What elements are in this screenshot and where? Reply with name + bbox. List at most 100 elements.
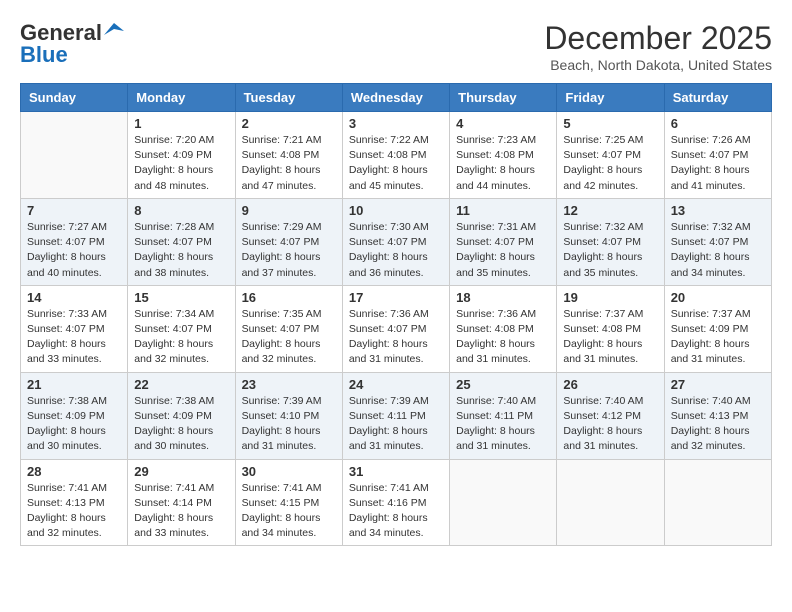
day-number: 8	[134, 203, 228, 218]
calendar-day-cell: 30 Sunrise: 7:41 AM Sunset: 4:15 PM Dayli…	[235, 459, 342, 546]
day-info: Sunrise: 7:26 AM Sunset: 4:07 PM Dayligh…	[671, 133, 765, 194]
calendar-day-cell: 28 Sunrise: 7:41 AM Sunset: 4:13 PM Dayli…	[21, 459, 128, 546]
calendar-day-cell: 2 Sunrise: 7:21 AM Sunset: 4:08 PM Daylig…	[235, 112, 342, 199]
day-info: Sunrise: 7:40 AM Sunset: 4:11 PM Dayligh…	[456, 394, 550, 455]
day-number: 18	[456, 290, 550, 305]
day-number: 26	[563, 377, 657, 392]
calendar-day-cell: 14Sunrise: 7:33 AM Sunset: 4:07 PM Dayli…	[21, 285, 128, 372]
day-number: 1	[134, 116, 228, 131]
day-number: 21	[27, 377, 121, 392]
logo: General Blue	[20, 20, 124, 68]
day-number: 17	[349, 290, 443, 305]
calendar-day-cell: 8Sunrise: 7:28 AM Sunset: 4:07 PM Daylig…	[128, 198, 235, 285]
day-number: 29	[134, 464, 228, 479]
calendar-day-cell: 1 Sunrise: 7:20 AM Sunset: 4:09 PM Daylig…	[128, 112, 235, 199]
calendar-day-cell: 27 Sunrise: 7:40 AM Sunset: 4:13 PM Dayli…	[664, 372, 771, 459]
day-header-tuesday: Tuesday	[235, 84, 342, 112]
calendar-day-cell: 22 Sunrise: 7:38 AM Sunset: 4:09 PM Dayli…	[128, 372, 235, 459]
day-number: 11	[456, 203, 550, 218]
calendar-day-cell: 9Sunrise: 7:29 AM Sunset: 4:07 PM Daylig…	[235, 198, 342, 285]
calendar-day-cell: 17 Sunrise: 7:36 AM Sunset: 4:07 PM Dayli…	[342, 285, 449, 372]
day-number: 25	[456, 377, 550, 392]
day-header-sunday: Sunday	[21, 84, 128, 112]
day-info: Sunrise: 7:41 AM Sunset: 4:14 PM Dayligh…	[134, 481, 228, 542]
calendar-day-cell: 15 Sunrise: 7:34 AM Sunset: 4:07 PM Dayli…	[128, 285, 235, 372]
page-header: General Blue December 2025 Beach, North …	[20, 20, 772, 73]
calendar-day-cell: 20 Sunrise: 7:37 AM Sunset: 4:09 PM Dayli…	[664, 285, 771, 372]
calendar-day-cell: 6 Sunrise: 7:26 AM Sunset: 4:07 PM Daylig…	[664, 112, 771, 199]
calendar-day-cell: 5Sunrise: 7:25 AM Sunset: 4:07 PM Daylig…	[557, 112, 664, 199]
calendar-day-cell: 26 Sunrise: 7:40 AM Sunset: 4:12 PM Dayli…	[557, 372, 664, 459]
calendar-day-cell: 4 Sunrise: 7:23 AM Sunset: 4:08 PM Daylig…	[450, 112, 557, 199]
day-info: Sunrise: 7:40 AM Sunset: 4:12 PM Dayligh…	[563, 394, 657, 455]
day-info: Sunrise: 7:33 AM Sunset: 4:07 PM Dayligh…	[27, 307, 121, 368]
day-number: 20	[671, 290, 765, 305]
day-number: 23	[242, 377, 336, 392]
day-info: Sunrise: 7:32 AM Sunset: 4:07 PM Dayligh…	[671, 220, 765, 281]
calendar-day-cell: 23 Sunrise: 7:39 AM Sunset: 4:10 PM Dayli…	[235, 372, 342, 459]
calendar-day-cell: 11 Sunrise: 7:31 AM Sunset: 4:07 PM Dayli…	[450, 198, 557, 285]
calendar-day-cell	[557, 459, 664, 546]
day-number: 24	[349, 377, 443, 392]
day-info: Sunrise: 7:34 AM Sunset: 4:07 PM Dayligh…	[134, 307, 228, 368]
calendar-week-row: 1 Sunrise: 7:20 AM Sunset: 4:09 PM Daylig…	[21, 112, 772, 199]
day-info: Sunrise: 7:32 AM Sunset: 4:07 PM Dayligh…	[563, 220, 657, 281]
day-info: Sunrise: 7:36 AM Sunset: 4:08 PM Dayligh…	[456, 307, 550, 368]
day-number: 22	[134, 377, 228, 392]
day-number: 13	[671, 203, 765, 218]
calendar-day-cell: 13 Sunrise: 7:32 AM Sunset: 4:07 PM Dayli…	[664, 198, 771, 285]
day-info: Sunrise: 7:38 AM Sunset: 4:09 PM Dayligh…	[134, 394, 228, 455]
day-header-thursday: Thursday	[450, 84, 557, 112]
calendar-day-cell: 3Sunrise: 7:22 AM Sunset: 4:08 PM Daylig…	[342, 112, 449, 199]
day-number: 2	[242, 116, 336, 131]
day-info: Sunrise: 7:27 AM Sunset: 4:07 PM Dayligh…	[27, 220, 121, 281]
calendar-day-cell: 24Sunrise: 7:39 AM Sunset: 4:11 PM Dayli…	[342, 372, 449, 459]
day-info: Sunrise: 7:37 AM Sunset: 4:09 PM Dayligh…	[671, 307, 765, 368]
calendar-day-cell: 29 Sunrise: 7:41 AM Sunset: 4:14 PM Dayli…	[128, 459, 235, 546]
day-info: Sunrise: 7:35 AM Sunset: 4:07 PM Dayligh…	[242, 307, 336, 368]
day-info: Sunrise: 7:23 AM Sunset: 4:08 PM Dayligh…	[456, 133, 550, 194]
day-info: Sunrise: 7:41 AM Sunset: 4:15 PM Dayligh…	[242, 481, 336, 542]
day-info: Sunrise: 7:29 AM Sunset: 4:07 PM Dayligh…	[242, 220, 336, 281]
calendar-day-cell	[664, 459, 771, 546]
calendar-table: SundayMondayTuesdayWednesdayThursdayFrid…	[20, 83, 772, 546]
day-info: Sunrise: 7:25 AM Sunset: 4:07 PM Dayligh…	[563, 133, 657, 194]
calendar-week-row: 21 Sunrise: 7:38 AM Sunset: 4:09 PM Dayli…	[21, 372, 772, 459]
calendar-day-cell: 12Sunrise: 7:32 AM Sunset: 4:07 PM Dayli…	[557, 198, 664, 285]
day-number: 4	[456, 116, 550, 131]
calendar-header-row: SundayMondayTuesdayWednesdayThursdayFrid…	[21, 84, 772, 112]
day-number: 28	[27, 464, 121, 479]
day-info: Sunrise: 7:30 AM Sunset: 4:07 PM Dayligh…	[349, 220, 443, 281]
day-number: 6	[671, 116, 765, 131]
day-info: Sunrise: 7:20 AM Sunset: 4:09 PM Dayligh…	[134, 133, 228, 194]
day-number: 3	[349, 116, 443, 131]
day-info: Sunrise: 7:40 AM Sunset: 4:13 PM Dayligh…	[671, 394, 765, 455]
day-number: 15	[134, 290, 228, 305]
calendar-day-cell: 25 Sunrise: 7:40 AM Sunset: 4:11 PM Dayli…	[450, 372, 557, 459]
day-info: Sunrise: 7:39 AM Sunset: 4:10 PM Dayligh…	[242, 394, 336, 455]
day-number: 16	[242, 290, 336, 305]
day-info: Sunrise: 7:37 AM Sunset: 4:08 PM Dayligh…	[563, 307, 657, 368]
day-number: 10	[349, 203, 443, 218]
calendar-week-row: 28 Sunrise: 7:41 AM Sunset: 4:13 PM Dayli…	[21, 459, 772, 546]
day-header-saturday: Saturday	[664, 84, 771, 112]
calendar-week-row: 7 Sunrise: 7:27 AM Sunset: 4:07 PM Daylig…	[21, 198, 772, 285]
day-number: 27	[671, 377, 765, 392]
calendar-day-cell: 18 Sunrise: 7:36 AM Sunset: 4:08 PM Dayli…	[450, 285, 557, 372]
day-info: Sunrise: 7:41 AM Sunset: 4:16 PM Dayligh…	[349, 481, 443, 542]
calendar-day-cell: 16 Sunrise: 7:35 AM Sunset: 4:07 PM Dayli…	[235, 285, 342, 372]
day-number: 19	[563, 290, 657, 305]
day-number: 7	[27, 203, 121, 218]
day-number: 30	[242, 464, 336, 479]
day-number: 31	[349, 464, 443, 479]
day-info: Sunrise: 7:36 AM Sunset: 4:07 PM Dayligh…	[349, 307, 443, 368]
day-info: Sunrise: 7:21 AM Sunset: 4:08 PM Dayligh…	[242, 133, 336, 194]
calendar-week-row: 14Sunrise: 7:33 AM Sunset: 4:07 PM Dayli…	[21, 285, 772, 372]
calendar-day-cell: 21Sunrise: 7:38 AM Sunset: 4:09 PM Dayli…	[21, 372, 128, 459]
calendar-day-cell: 7 Sunrise: 7:27 AM Sunset: 4:07 PM Daylig…	[21, 198, 128, 285]
day-info: Sunrise: 7:41 AM Sunset: 4:13 PM Dayligh…	[27, 481, 121, 542]
calendar-day-cell: 10 Sunrise: 7:30 AM Sunset: 4:07 PM Dayli…	[342, 198, 449, 285]
day-header-monday: Monday	[128, 84, 235, 112]
day-info: Sunrise: 7:31 AM Sunset: 4:07 PM Dayligh…	[456, 220, 550, 281]
title-block: December 2025 Beach, North Dakota, Unite…	[544, 20, 772, 73]
